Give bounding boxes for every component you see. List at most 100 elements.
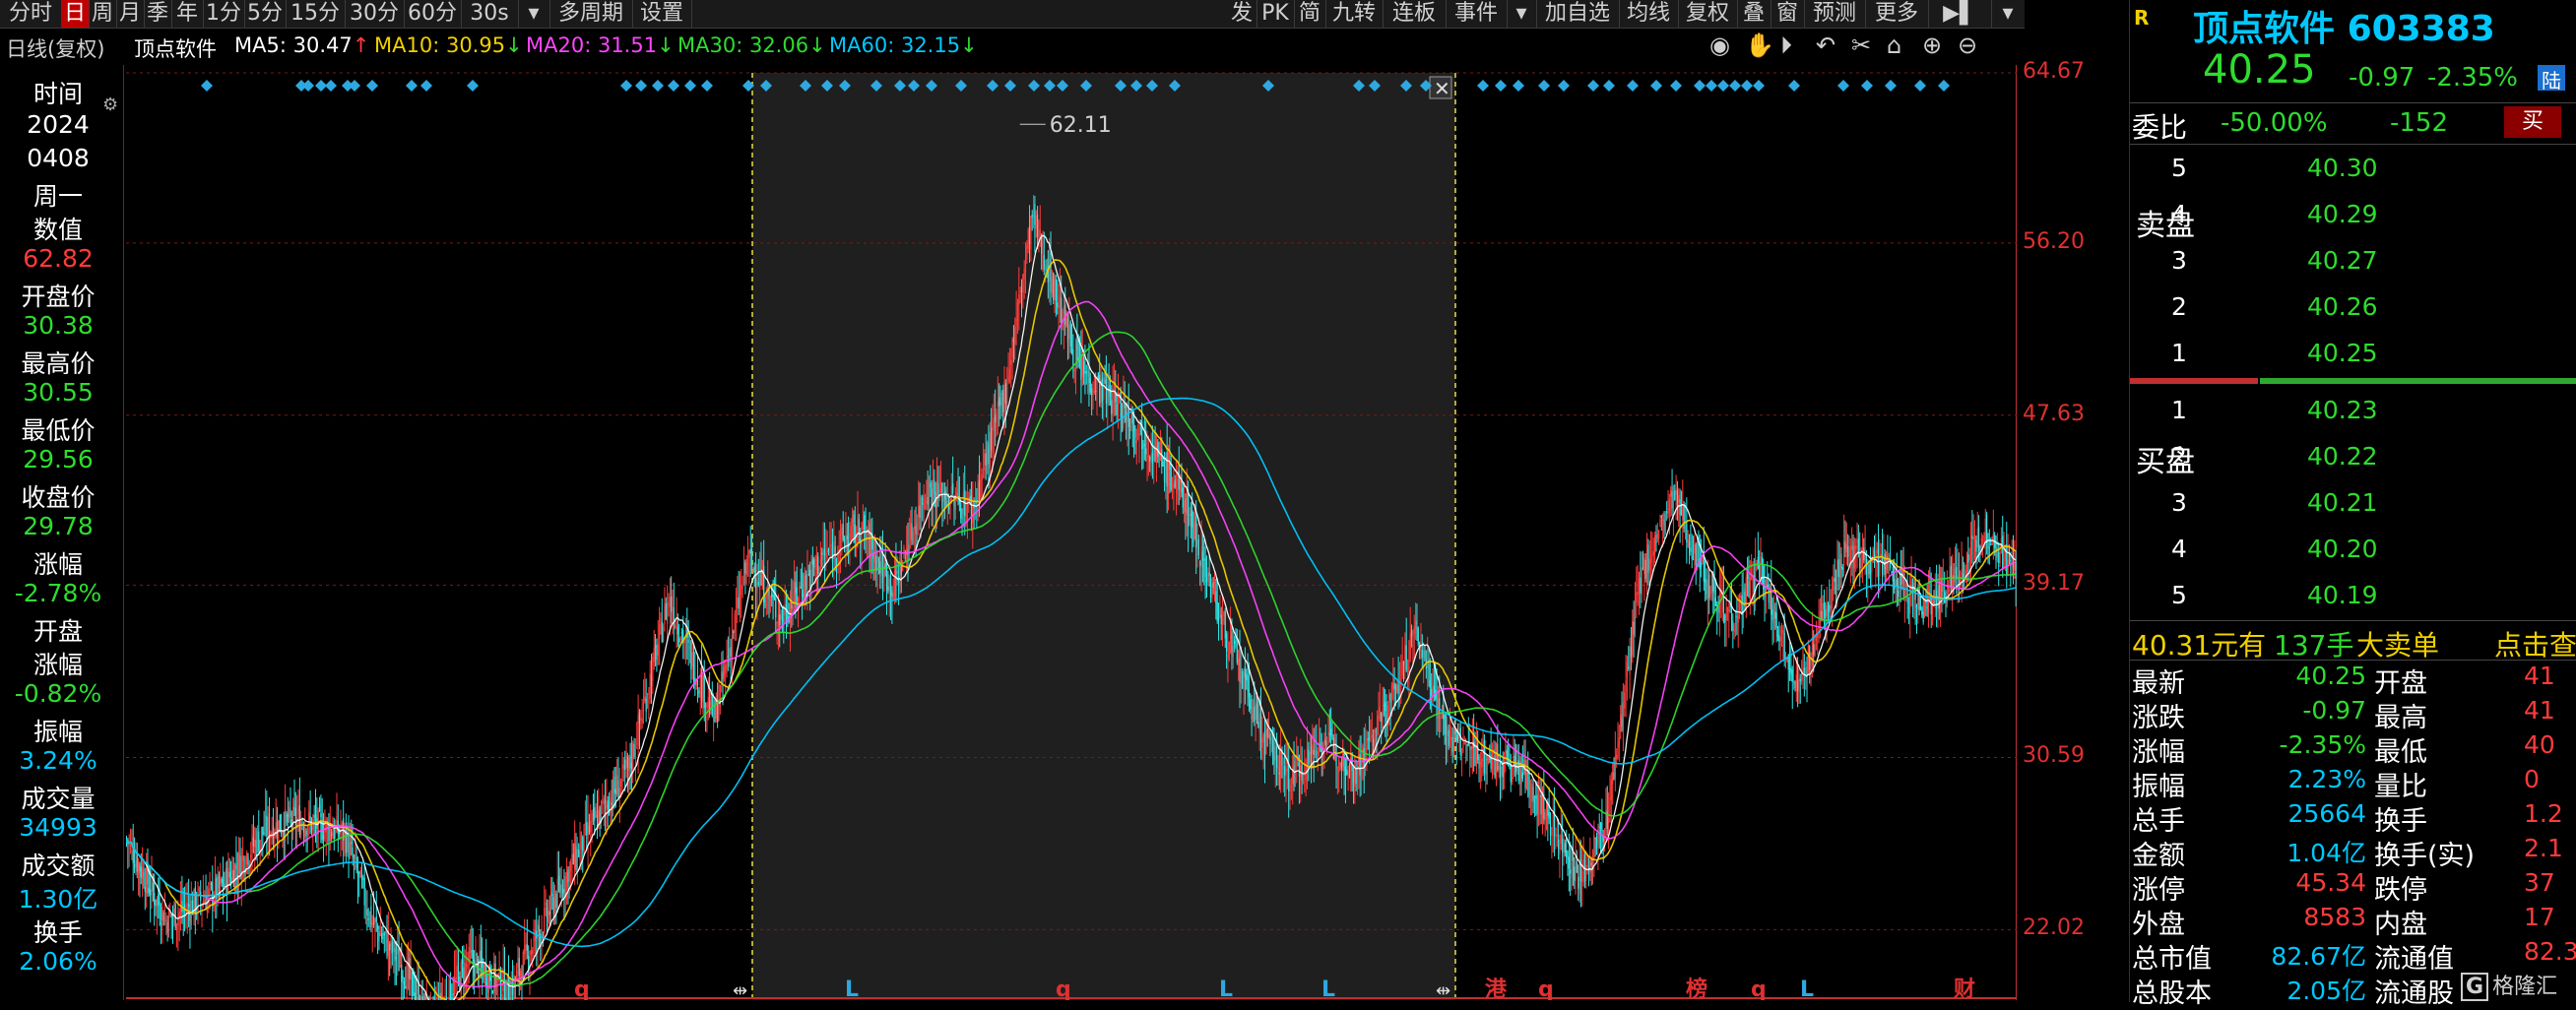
more-button[interactable]: 更多 <box>1865 0 1929 28</box>
sell-price[interactable]: 40.30 <box>2307 154 2378 182</box>
tab-monthly[interactable]: 月 <box>116 0 145 28</box>
tab-5min[interactable]: 5分 <box>244 0 287 28</box>
candle-body <box>250 854 251 858</box>
period-dropdown[interactable]: ▾ <box>518 0 550 28</box>
toolbar-event-button[interactable]: 事件 <box>1446 0 1508 28</box>
candle-body <box>1504 759 1505 776</box>
overlay-button[interactable]: 叠 <box>1737 0 1771 28</box>
candle-body <box>1469 745 1470 751</box>
zoom-out-icon[interactable]: ⊖ <box>1958 32 1977 59</box>
big-order-link[interactable]: 点击查 <box>2494 624 2576 663</box>
candle-body <box>1580 859 1581 881</box>
toolbar-simple-button[interactable]: 简 <box>1294 0 1326 28</box>
bottom-marker[interactable]: 港 <box>1485 978 1508 1000</box>
bottom-marker[interactable]: L <box>1321 978 1335 1000</box>
candle-body <box>1243 671 1244 690</box>
forecast-button[interactable]: 预测 <box>1804 0 1866 28</box>
candle-body <box>828 548 829 552</box>
candle-body <box>1056 280 1057 301</box>
candle-body <box>718 704 719 721</box>
toolbar-fa-button[interactable]: 发 <box>1227 0 1257 28</box>
ma-button[interactable]: 均线 <box>1619 0 1679 28</box>
candle-body <box>1288 764 1289 791</box>
candle-body <box>1879 561 1880 576</box>
buy-price[interactable]: 40.21 <box>2307 488 2378 517</box>
drag-handle-icon[interactable]: ⇹ <box>1436 980 1450 1000</box>
settings-button[interactable]: 设置 <box>632 0 692 28</box>
buy-price[interactable]: 40.19 <box>2307 581 2378 609</box>
tab-weekly[interactable]: 周 <box>89 0 117 28</box>
play-icon[interactable]: ⏵ <box>1780 32 1792 59</box>
candle-body <box>1303 779 1304 784</box>
candle-body <box>569 866 570 882</box>
toolbar-pk-button[interactable]: PK <box>1256 0 1295 28</box>
candle-body <box>806 576 807 591</box>
candle-body <box>1142 446 1143 448</box>
buy-price[interactable]: 40.20 <box>2307 535 2378 563</box>
bottom-marker[interactable]: q <box>1751 978 1767 1000</box>
candle-body <box>1774 611 1775 618</box>
sell-price[interactable]: 40.26 <box>2307 292 2378 321</box>
sell-price[interactable]: 40.29 <box>2307 200 2378 228</box>
candle-body <box>1635 604 1636 630</box>
eye-icon[interactable]: ◉ <box>1709 32 1730 59</box>
candle-body <box>1410 633 1411 659</box>
toolbar-lianban-button[interactable]: 连板 <box>1383 0 1447 28</box>
bottom-marker[interactable]: q <box>574 978 590 1000</box>
candle-body <box>1013 339 1014 342</box>
tab-quarterly[interactable]: 季 <box>144 0 172 28</box>
tab-60min[interactable]: 60分 <box>404 0 462 28</box>
sell-level: 1 <box>2171 339 2187 367</box>
bottom-marker[interactable]: L <box>845 978 859 1000</box>
candle-body <box>1707 580 1708 600</box>
bottom-marker[interactable]: L <box>1219 978 1233 1000</box>
scissors-icon[interactable]: ✂ <box>1851 32 1871 59</box>
tab-yearly[interactable]: 年 <box>171 0 204 28</box>
bottom-marker[interactable]: 榜 <box>1686 977 1707 1000</box>
export-icon[interactable]: ▶▌ <box>1928 0 1992 28</box>
tab-intraday[interactable]: 分时 <box>0 0 62 28</box>
tab-1min[interactable]: 1分 <box>203 0 245 28</box>
candle-body <box>1271 738 1272 740</box>
window-button[interactable]: 窗 <box>1771 0 1805 28</box>
toolbar-jiuzhuan-button[interactable]: 九转 <box>1325 0 1384 28</box>
buy-price[interactable]: 40.23 <box>2307 396 2378 424</box>
bottom-marker[interactable]: q <box>1056 978 1071 1000</box>
buy-button[interactable]: 买 <box>2504 106 2561 138</box>
candle-body <box>704 675 705 708</box>
candle-body <box>1044 255 1045 270</box>
buy-level: 4 <box>2171 535 2187 563</box>
lock-icon[interactable]: ⌂ <box>1887 32 1901 59</box>
undo-icon[interactable]: ↶ <box>1816 32 1835 59</box>
candle-body <box>814 566 815 570</box>
bottom-marker[interactable]: q <box>1538 978 1554 1000</box>
tab-daily[interactable]: 日 <box>61 0 90 28</box>
candle-body <box>786 604 787 621</box>
candle-body <box>2014 564 2015 570</box>
tab-15min[interactable]: 15分 <box>286 0 346 28</box>
drag-handle-icon[interactable]: ⇹ <box>733 980 747 1000</box>
candle-body <box>1846 543 1847 552</box>
close-icon[interactable]: ✕ <box>1434 77 1450 100</box>
add-watchlist-button[interactable]: 加自选 <box>1536 0 1620 28</box>
hand-icon[interactable]: ✋ <box>1745 32 1774 59</box>
toolbar-more-dropdown[interactable]: ▾ <box>1991 0 2025 28</box>
candlestick-chart[interactable]: ✕ 62.1116.01 qLqLL港q榜qL财⇹⇹ <box>126 65 2017 1000</box>
multi-period-button[interactable]: 多周期 <box>549 0 633 28</box>
candle-body <box>1684 504 1685 529</box>
candle-body <box>889 579 890 592</box>
candle-body <box>1233 646 1234 657</box>
ma30-readout: MA30: 32.06↓ <box>677 33 826 57</box>
zoom-in-icon[interactable]: ⊕ <box>1922 32 1942 59</box>
adjust-button[interactable]: 复权 <box>1678 0 1738 28</box>
tab-30s[interactable]: 30s <box>461 0 519 28</box>
candle-body <box>982 474 983 479</box>
sell-price[interactable]: 40.27 <box>2307 246 2378 275</box>
sell-price[interactable]: 40.25 <box>2307 339 2378 367</box>
candle-body <box>157 899 158 907</box>
tab-30min[interactable]: 30分 <box>345 0 405 28</box>
buy-price[interactable]: 40.22 <box>2307 442 2378 471</box>
bottom-marker[interactable]: L <box>1800 978 1814 1000</box>
event-dropdown[interactable]: ▾ <box>1507 0 1537 28</box>
bottom-marker[interactable]: 财 <box>1954 978 1975 1000</box>
